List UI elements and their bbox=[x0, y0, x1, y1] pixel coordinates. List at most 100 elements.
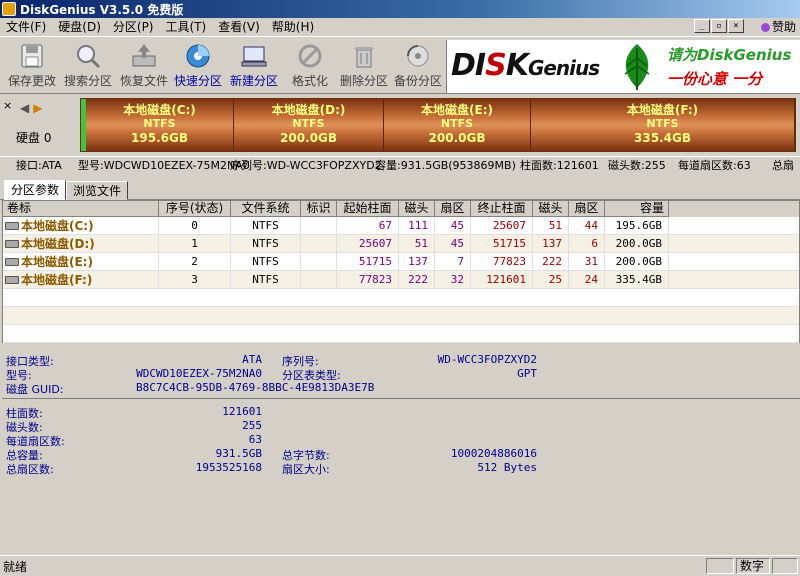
tab-browse-files[interactable]: 浏览文件 bbox=[66, 181, 129, 200]
delete-icon bbox=[350, 42, 378, 70]
partition-block-d[interactable]: 本地磁盘(D:) NTFS 200.0GB bbox=[234, 99, 384, 151]
new-partition-label: 新建分区 bbox=[229, 74, 278, 88]
partition-name: 本地磁盘(C:) bbox=[123, 103, 196, 117]
disk-map-panel: × ◀ ▶ 硬盘 0 本地磁盘(C:) NTFS 195.6GB 本地磁盘(D:)… bbox=[0, 95, 800, 177]
menu-help[interactable]: 帮助(H) bbox=[266, 18, 320, 37]
disk-total: 总扇 bbox=[772, 159, 794, 172]
sector-size-label: 扇区大小: bbox=[282, 463, 330, 476]
close-button[interactable]: × bbox=[728, 19, 744, 33]
sponsor-link[interactable]: 赞助 bbox=[760, 18, 796, 37]
total-bytes-value: 1000204886016 bbox=[450, 447, 537, 460]
disk-cylinders: 柱面数:121601 bbox=[520, 159, 599, 172]
close-panel-icon[interactable]: × bbox=[3, 99, 12, 112]
format-label: 格式化 bbox=[291, 74, 328, 88]
disk-info-line: 接口:ATA 型号:WDCWD10EZEX-75M2NA0 序列号:WD-WCC… bbox=[0, 156, 800, 174]
cylinders-value: 121601 bbox=[222, 405, 262, 418]
partition-fs: NTFS bbox=[646, 117, 679, 130]
sponsor-label: 赞助 bbox=[771, 20, 796, 34]
table-row[interactable]: 本地磁盘(F:) 3 NTFS 77823 222 32 121601 25 2… bbox=[3, 271, 799, 289]
recover-label: 恢复文件 bbox=[119, 74, 168, 88]
disk-capacity: 容量:931.5GB(953869MB) bbox=[375, 159, 516, 172]
table-row-empty bbox=[3, 289, 799, 307]
capacity-value: 931.5GB bbox=[215, 447, 262, 460]
partition-fs: NTFS bbox=[440, 117, 474, 130]
col-start-sector[interactable]: 扇区 bbox=[435, 201, 471, 217]
promo-banner[interactable]: DISKGenius 请为DiskGenius 一份心意 一分 bbox=[446, 40, 800, 93]
partition-block-e[interactable]: 本地磁盘(E:) NTFS 200.0GB bbox=[384, 99, 531, 151]
format-button[interactable]: 格式化 bbox=[284, 42, 336, 92]
table-row-empty bbox=[3, 307, 799, 325]
save-label: 保存更改 bbox=[7, 74, 56, 88]
partition-block-f[interactable]: 本地磁盘(F:) NTFS 335.4GB bbox=[531, 99, 795, 151]
total-sectors-label: 总扇区数: bbox=[6, 463, 54, 476]
save-button[interactable]: 保存更改 bbox=[6, 42, 58, 92]
disk-model: 型号:WDCWD10EZEX-75M2NA0 bbox=[78, 159, 250, 172]
disk-label: 硬盘 0 bbox=[16, 131, 52, 145]
col-end-cyl[interactable]: 终止柱面 bbox=[471, 201, 533, 217]
col-end-sector[interactable]: 扇区 bbox=[569, 201, 605, 217]
backup-partition-button[interactable]: 备份分区 bbox=[392, 42, 444, 92]
slogan-line-2: 一份心意 一分 bbox=[667, 70, 763, 88]
col-fs[interactable]: 文件系统 bbox=[231, 201, 301, 217]
menu-view[interactable]: 查看(V) bbox=[212, 18, 266, 37]
sectors-value: 63 bbox=[248, 433, 262, 446]
quick-partition-button[interactable]: 快速分区 bbox=[172, 42, 224, 92]
delete-partition-button[interactable]: 删除分区 bbox=[338, 42, 390, 92]
menu-disk[interactable]: 硬盘(D) bbox=[52, 18, 107, 37]
col-id[interactable]: 标识 bbox=[301, 201, 337, 217]
col-volume[interactable]: 卷标 bbox=[3, 201, 159, 217]
ime-indicator: 数字 bbox=[736, 558, 770, 574]
col-capacity[interactable]: 容量 bbox=[605, 201, 669, 217]
col-end-head[interactable]: 磁头 bbox=[533, 201, 569, 217]
slogan-line-1: 请为DiskGenius bbox=[667, 46, 792, 64]
partition-size: 200.0GB bbox=[428, 131, 486, 145]
recover-files-button[interactable]: 恢复文件 bbox=[118, 42, 170, 92]
prev-disk-icon[interactable]: ◀ bbox=[20, 101, 29, 115]
restore-button[interactable]: ▫ bbox=[711, 19, 727, 33]
partition-block-c[interactable]: 本地磁盘(C:) NTFS 195.6GB bbox=[81, 99, 234, 151]
tab-strip: 分区参数 浏览文件 bbox=[0, 180, 800, 200]
partition-size: 335.4GB bbox=[634, 131, 691, 145]
disk-serial: 序列号:WD-WCC3FOPZXYD2 bbox=[230, 159, 382, 172]
partition-table: 卷标 序号(状态) 文件系统 标识 起始柱面 磁头 扇区 终止柱面 磁头 扇区 … bbox=[2, 200, 800, 343]
col-start-cyl[interactable]: 起始柱面 bbox=[337, 201, 399, 217]
next-disk-icon[interactable]: ▶ bbox=[33, 101, 42, 115]
disk-sectors: 每道扇区数:63 bbox=[678, 159, 751, 172]
backup-icon bbox=[404, 42, 432, 70]
guid-label: 磁盘 GUID: bbox=[6, 383, 64, 396]
tab-partition-params[interactable]: 分区参数 bbox=[4, 180, 67, 200]
table-header: 卷标 序号(状态) 文件系统 标识 起始柱面 磁头 扇区 终止柱面 磁头 扇区 … bbox=[3, 201, 799, 217]
partition-fs: NTFS bbox=[143, 117, 176, 130]
table-row[interactable]: 本地磁盘(E:) 2 NTFS 51715 137 7 77823 222 31… bbox=[3, 253, 799, 271]
search-partition-button[interactable]: 搜索分区 bbox=[62, 42, 114, 92]
model-value: WDCWD10EZEX-75M2NA0 bbox=[136, 367, 262, 380]
col-index[interactable]: 序号(状态) bbox=[159, 201, 231, 217]
leaf-icon bbox=[615, 42, 659, 92]
status-bar: 就绪 数字 bbox=[0, 555, 800, 576]
status-panel-grip bbox=[772, 558, 798, 574]
save-icon bbox=[18, 42, 46, 70]
title-bar: DiskGenius V3.5.0 免费版 bbox=[0, 0, 800, 18]
disk-heads: 磁头数:255 bbox=[608, 159, 666, 172]
menu-partition[interactable]: 分区(P) bbox=[107, 18, 160, 37]
partition-size: 195.6GB bbox=[131, 131, 188, 145]
quick-partition-icon bbox=[184, 42, 212, 70]
col-start-head[interactable]: 磁头 bbox=[399, 201, 435, 217]
recover-icon bbox=[130, 42, 158, 70]
interface-type-value: ATA bbox=[242, 353, 262, 366]
format-icon bbox=[296, 42, 324, 70]
menu-bar: 文件(F) 硬盘(D) 分区(P) 工具(T) 查看(V) 帮助(H) _ ▫ … bbox=[0, 18, 800, 37]
menu-tools[interactable]: 工具(T) bbox=[160, 18, 213, 37]
table-row[interactable]: 本地磁盘(C:) 0 NTFS 67 111 45 25607 51 44 19… bbox=[3, 217, 799, 235]
menu-file[interactable]: 文件(F) bbox=[0, 18, 52, 37]
window-title: DiskGenius V3.5.0 免费版 bbox=[20, 2, 184, 17]
partition-size: 200.0GB bbox=[280, 131, 337, 145]
partition-bar: 本地磁盘(C:) NTFS 195.6GB 本地磁盘(D:) NTFS 200.… bbox=[80, 98, 796, 152]
table-type-value: GPT bbox=[517, 367, 537, 380]
minimize-button[interactable]: _ bbox=[694, 19, 710, 33]
new-partition-button[interactable]: 新建分区 bbox=[228, 42, 280, 92]
table-row[interactable]: 本地磁盘(D:) 1 NTFS 25607 51 45 51715 137 6 … bbox=[3, 235, 799, 253]
guid-value: B8C7C4CB-95DB-4769-8BBC-4E9813DA3E7B bbox=[136, 381, 375, 394]
details-divider bbox=[2, 398, 800, 399]
partition-name: 本地磁盘(E:) bbox=[421, 103, 493, 117]
